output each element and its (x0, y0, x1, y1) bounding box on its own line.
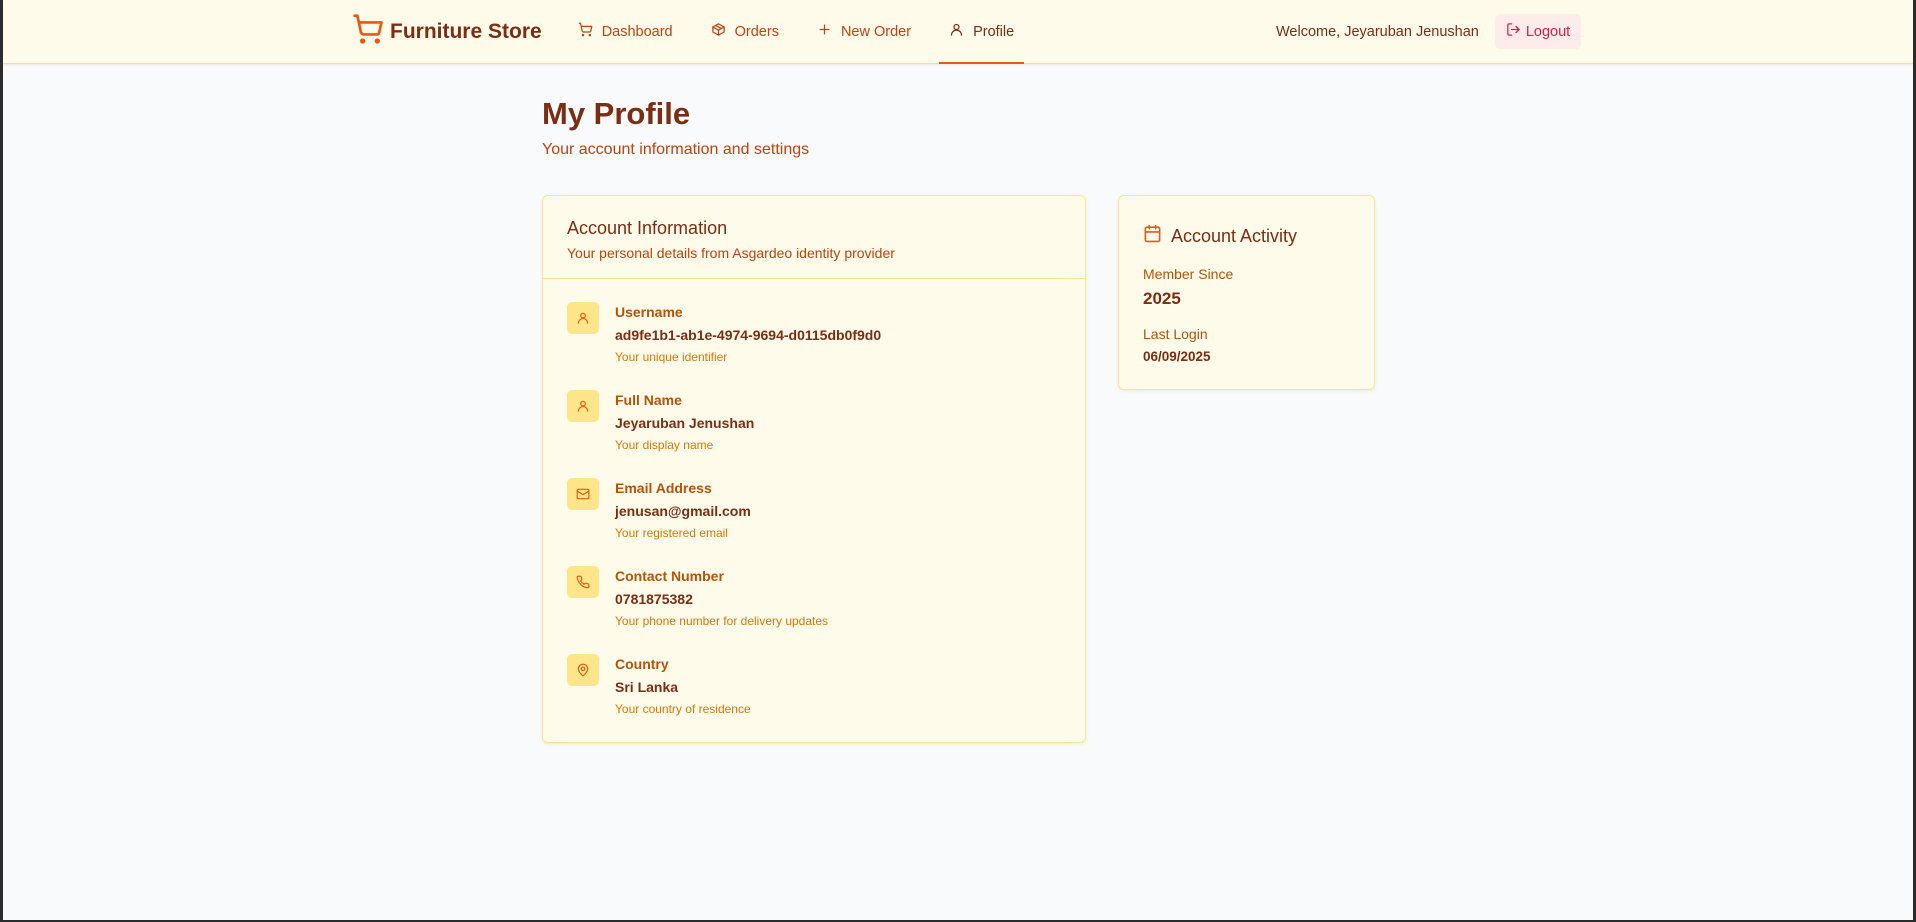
field-hint: Your unique identifier (615, 350, 728, 364)
member-since-label: Member Since (1143, 266, 1234, 282)
logout-button[interactable]: Logout (1494, 14, 1582, 49)
top-nav-bar: Furniture Store Dashboard Orders New Ord… (3, 0, 1913, 64)
nav-item-label: New Order (840, 23, 912, 40)
plus-icon (817, 22, 841, 41)
user-area: Welcome, Jeyaruban Jenushan Logout (1276, 0, 1582, 63)
page-heading: My Profile Your account information and … (542, 96, 809, 159)
field-value: Jeyaruban Jenushan (615, 415, 755, 431)
field-full-name: Full Name Jeyaruban Jenushan Your displa… (567, 390, 1061, 478)
field-value: jenusan@gmail.com (615, 503, 751, 519)
field-value: Sri Lanka (615, 679, 679, 695)
card-title: Account Activity (1171, 225, 1298, 246)
field-email: Email Address jenusan@gmail.com Your reg… (567, 478, 1061, 566)
user-icon (567, 302, 599, 334)
field-body: Country Sri Lanka Your country of reside… (615, 654, 751, 742)
map-pin-icon (567, 654, 599, 686)
nav-item-label: Profile (973, 23, 1015, 40)
nav-item-label: Dashboard (601, 23, 673, 40)
nav-item-profile[interactable]: Profile (939, 0, 1025, 64)
field-value: ad9fe1b1-ab1e-4974-9694-d0115db0f9d0 (615, 327, 882, 343)
nav-container: Furniture Store Dashboard Orders New Ord… (352, 0, 1042, 64)
field-value: 0781875382 (615, 591, 693, 607)
package-icon (711, 22, 735, 41)
profile-fields: Username ad9fe1b1-ab1e-4974-9694-d0115db… (543, 279, 1085, 742)
last-login-label: Last Login (1143, 326, 1208, 342)
field-username: Username ad9fe1b1-ab1e-4974-9694-d0115db… (567, 302, 1061, 390)
logout-icon (1506, 22, 1526, 41)
user-icon (567, 390, 599, 422)
brand-logo-link[interactable]: Furniture Store (352, 13, 542, 50)
field-label: Contact Number (615, 568, 724, 584)
mail-icon (567, 478, 599, 510)
field-label: Email Address (615, 480, 712, 496)
field-hint: Your phone number for delivery updates (615, 614, 829, 628)
user-icon (949, 22, 973, 41)
phone-icon (567, 566, 599, 598)
field-body: Email Address jenusan@gmail.com Your reg… (615, 478, 751, 566)
field-label: Full Name (615, 392, 682, 408)
page-title: My Profile (542, 96, 691, 131)
field-body: Full Name Jeyaruban Jenushan Your displa… (615, 390, 754, 478)
nav-item-orders[interactable]: Orders (701, 0, 789, 63)
shopping-cart-icon (352, 13, 384, 50)
card-header: Account Activity (1143, 224, 1374, 248)
page-subtitle: Your account information and settings (542, 141, 810, 158)
brand-name: Furniture Store (390, 19, 542, 43)
field-body: Username ad9fe1b1-ab1e-4974-9694-d0115db… (615, 302, 881, 390)
nav-item-dashboard[interactable]: Dashboard (568, 0, 683, 63)
field-hint: Your country of residence (615, 702, 751, 716)
card-header: Account Information Your personal detail… (543, 196, 1085, 279)
field-contact-number: Contact Number 0781875382 Your phone num… (567, 566, 1061, 654)
field-label: Country (615, 656, 669, 672)
logout-label: Logout (1525, 23, 1571, 40)
member-since-value: 2025 (1143, 289, 1181, 308)
field-hint: Your display name (615, 438, 714, 452)
welcome-text: Welcome, Jeyaruban Jenushan (1276, 23, 1479, 40)
nav-item-new-order[interactable]: New Order (807, 0, 921, 63)
field-body: Contact Number 0781875382 Your phone num… (615, 566, 828, 654)
field-hint: Your registered email (615, 526, 728, 540)
card-title: Account Information (567, 218, 728, 238)
calendar-icon (1143, 224, 1171, 248)
shopping-cart-icon (578, 22, 602, 41)
account-activity-card: Account Activity Member Since 2025 Last … (1118, 195, 1375, 390)
nav-item-label: Orders (734, 23, 779, 40)
card-description: Your personal details from Asgardeo iden… (567, 245, 895, 261)
last-login-value: 06/09/2025 (1143, 349, 1211, 364)
account-information-card: Account Information Your personal detail… (542, 195, 1086, 743)
field-country: Country Sri Lanka Your country of reside… (567, 654, 1061, 742)
field-label: Username (615, 304, 683, 320)
